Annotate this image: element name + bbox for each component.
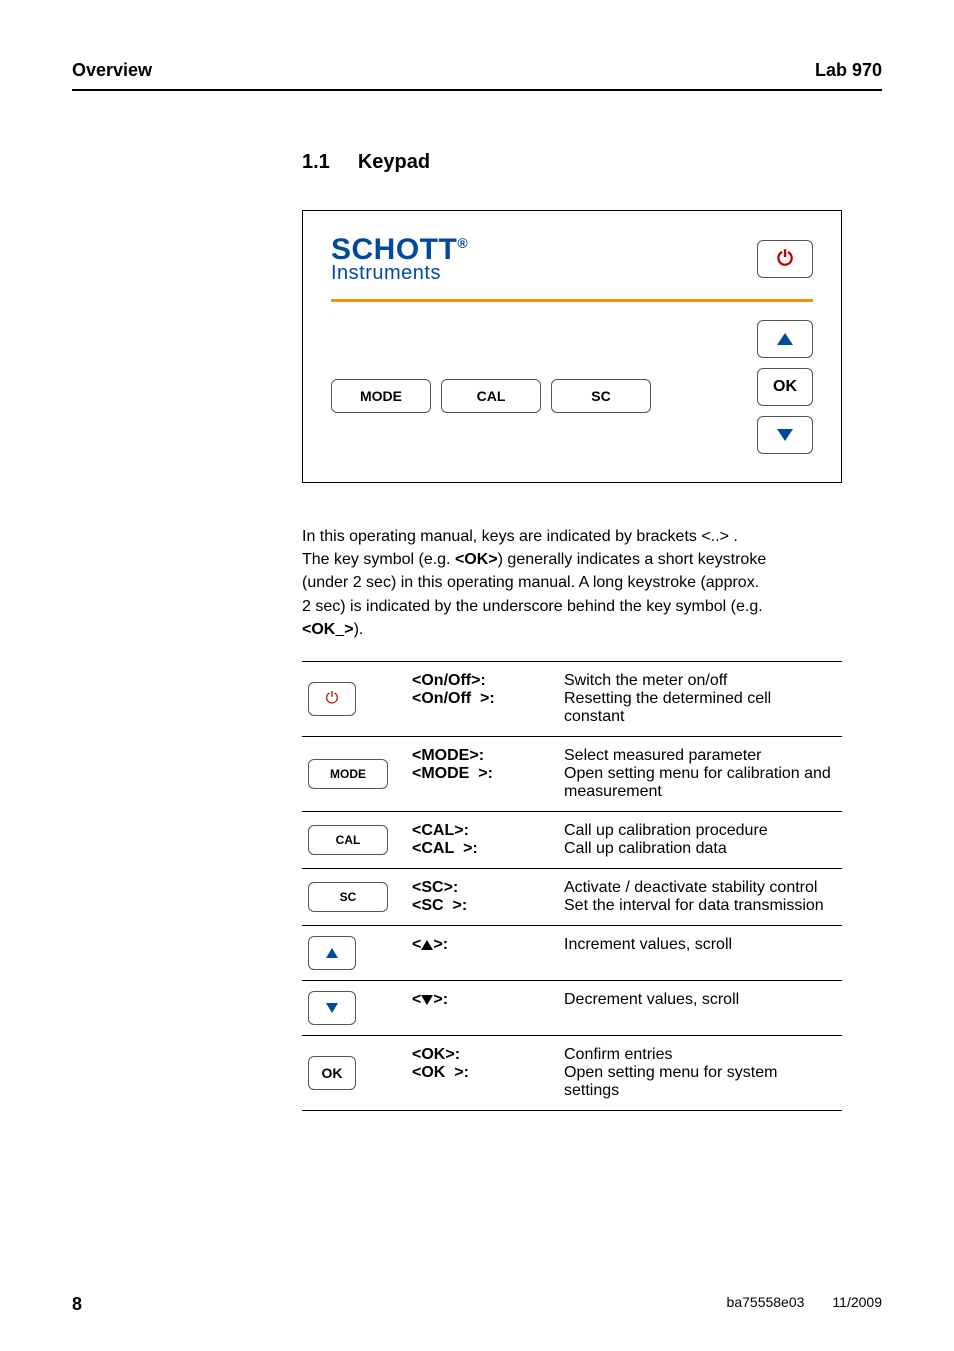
mode-l2b: > [478, 765, 487, 782]
arrow-up-icon [777, 333, 793, 345]
sc-l1: <SC> [412, 879, 453, 896]
ok-key[interactable]: OK [757, 368, 813, 406]
ok-l2a: <OK [412, 1064, 445, 1081]
power-icon: ⏻ [777, 249, 793, 269]
mode-key-small[interactable]: MODE [308, 759, 388, 789]
row-up: <>: Increment values, scroll [302, 925, 842, 980]
para-l5b: > [344, 621, 353, 638]
sc-key[interactable]: SC [551, 379, 651, 413]
arrow-down-icon [326, 1003, 338, 1013]
mode-d1: Select measured parameter [564, 747, 761, 764]
row-sc: SC <SC>: <SC >: Activate / deactivate st… [302, 868, 842, 925]
cal-key[interactable]: CAL [441, 379, 541, 413]
divider [331, 299, 813, 302]
para-l2a: The key symbol (e.g. [302, 551, 455, 568]
doc-date: 11/2009 [832, 1294, 882, 1315]
arrow-up-icon [421, 940, 433, 950]
mode-l2a: <MODE [412, 765, 469, 782]
up-d: Increment values, scroll [564, 936, 732, 953]
onoff-d1: Switch the meter on/off [564, 672, 727, 689]
cal-d1: Call up calibration procedure [564, 822, 768, 839]
explanatory-text: In this operating manual, keys are indic… [302, 525, 842, 641]
header-left: Overview [72, 60, 152, 81]
mode-d3: measurement [564, 783, 662, 800]
page-number: 8 [72, 1294, 82, 1315]
cal-d2: Call up calibration data [564, 840, 727, 857]
ok-key-small[interactable]: OK [308, 1056, 356, 1090]
arrow-down-icon [777, 429, 793, 441]
section-number: 1.1 [302, 151, 330, 174]
sc-l2b: > [452, 897, 461, 914]
function-table: ⏻ <On/Off>: <On/Off >: Switch the meter … [302, 661, 842, 1111]
power-key-small[interactable]: ⏻ [308, 682, 356, 716]
onoff-l2b: >: [480, 690, 495, 707]
row-ok: OK <OK>: <OK >: Confirm entries Open set… [302, 1035, 842, 1110]
up-key[interactable] [757, 320, 813, 358]
para-l5a: <OK [302, 621, 335, 638]
mode-l1: <MODE> [412, 747, 479, 764]
power-key[interactable]: ⏻ [757, 240, 813, 278]
header-right: Lab 970 [815, 60, 882, 81]
para-l3: (under 2 sec) in this operating manual. … [302, 574, 759, 591]
cal-key-small[interactable]: CAL [308, 825, 388, 855]
ok-d2: Open setting menu for system settings [564, 1064, 777, 1099]
cal-l2a: <CAL [412, 840, 454, 857]
row-down: <>: Decrement values, scroll [302, 980, 842, 1035]
section-title: Keypad [358, 151, 430, 174]
cal-l2b: > [463, 840, 472, 857]
para-l5c: ). [354, 621, 364, 638]
para-l2b: <OK> [455, 551, 498, 568]
sc-l2a: <SC [412, 897, 444, 914]
sc-d1: Activate / deactivate stability control [564, 879, 817, 896]
down-d: Decrement values, scroll [564, 991, 739, 1008]
brand-sub: Instruments [331, 263, 468, 283]
sc-d2: Set the interval for data transmission [564, 897, 824, 914]
onoff-l1: <On/Off>: [412, 672, 486, 689]
up-key-small[interactable] [308, 936, 356, 970]
para-l1: In this operating manual, keys are indic… [302, 528, 738, 545]
para-l4: 2 sec) is indicated by the underscore be… [302, 598, 763, 615]
cal-l1: <CAL> [412, 822, 464, 839]
mode-d2: Open setting menu for calibration and [564, 765, 831, 782]
arrow-up-icon [326, 948, 338, 958]
row-onoff: ⏻ <On/Off>: <On/Off >: Switch the meter … [302, 661, 842, 736]
onoff-l2a: <On/Off [412, 690, 471, 707]
ok-l1: <OK> [412, 1046, 455, 1063]
down-key[interactable] [757, 416, 813, 454]
down-key-small[interactable] [308, 991, 356, 1025]
keypad-panel: SCHOTT® Instruments ⏻ MODE CAL SC OK [302, 210, 842, 483]
ok-d1: Confirm entries [564, 1046, 672, 1063]
brand: SCHOTT® Instruments [331, 235, 468, 283]
ok-l2b: > [454, 1064, 463, 1081]
row-cal: CAL <CAL>: <CAL >: Call up calibration p… [302, 811, 842, 868]
doc-id: ba75558e03 [727, 1294, 805, 1315]
row-mode: MODE <MODE>: <MODE >: Select measured pa… [302, 736, 842, 811]
para-l2c: ) generally indicates a short keystroke [498, 551, 767, 568]
onoff-d2: Resetting the determined cell constant [564, 690, 771, 725]
sc-key-small[interactable]: SC [308, 882, 388, 912]
power-icon: ⏻ [326, 690, 339, 708]
arrow-down-icon [421, 995, 433, 1005]
mode-key[interactable]: MODE [331, 379, 431, 413]
registered-mark: ® [457, 235, 468, 251]
